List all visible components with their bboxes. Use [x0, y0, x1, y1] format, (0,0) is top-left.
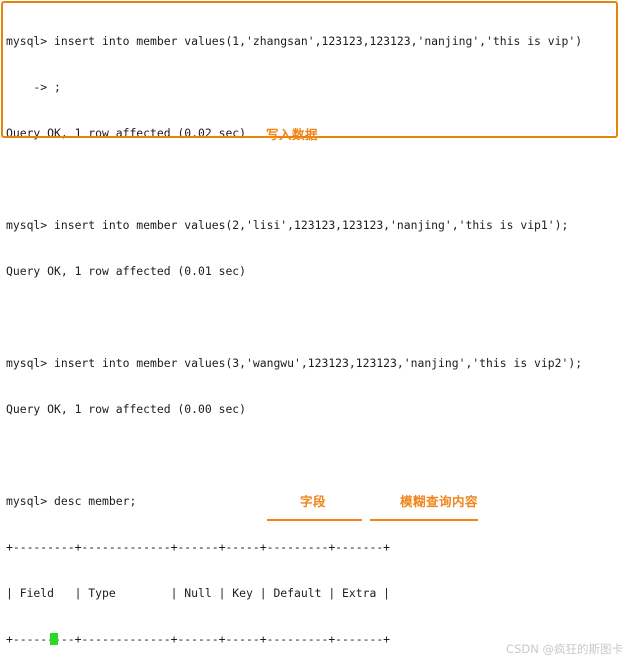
watermark: CSDN @疯狂的斯图卡 — [506, 642, 623, 656]
terminal-line: Query OK, 1 row affected (0.02 sec) — [6, 125, 247, 140]
against-clause-underline — [370, 519, 478, 521]
terminal-line: | Field | Type | Null | Key | Default | … — [6, 586, 391, 601]
terminal-line: Query OK, 1 row affected (0.01 sec) — [6, 263, 247, 278]
match-clause-underline — [267, 519, 362, 521]
terminal-output[interactable]: mysql> insert into member values(1,'zhan… — [6, 3, 631, 663]
terminal-line: -> ; — [6, 79, 61, 94]
terminal-line: mysql> insert into member values(2,'lisi… — [6, 217, 569, 232]
terminal-line: +---------+-------------+------+-----+--… — [6, 540, 391, 555]
terminal-line: Query OK, 1 row affected (0.00 sec) — [6, 401, 247, 416]
annotation-field: 字段 — [300, 494, 327, 509]
annotation-write-data: 写入数据 — [266, 127, 319, 142]
terminal-screenshot: mysql> insert into member values(1,'zhan… — [0, 0, 633, 663]
terminal-line: mysql> insert into member values(1,'zhan… — [6, 33, 583, 48]
annotation-fuzzy-query: 模糊查询内容 — [400, 494, 479, 509]
terminal-cursor — [50, 633, 58, 645]
terminal-line: mysql> insert into member values(3,'wang… — [6, 355, 583, 370]
